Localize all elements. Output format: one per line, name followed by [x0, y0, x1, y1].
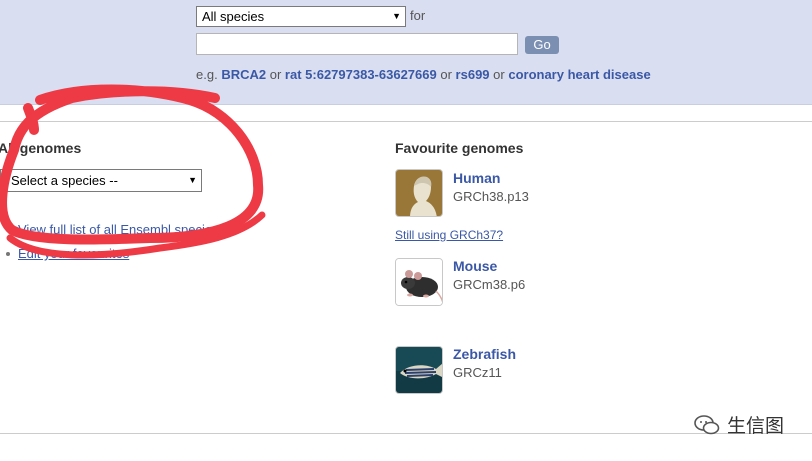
favourite-genomes-title: Favourite genomes [395, 140, 524, 156]
genome-assembly-human: GRCh38.p13 [453, 189, 529, 204]
search-panel: All species ▼ for Go e.g. BRCA2 or rat 5… [0, 0, 812, 105]
example-link-rat-region[interactable]: rat 5:62797383-63627669 [285, 67, 437, 82]
species-filter-value: All species [202, 9, 265, 24]
search-input[interactable] [196, 33, 518, 55]
genome-assembly-mouse: GRCm38.p6 [453, 277, 526, 292]
wechat-logo-icon [693, 414, 721, 441]
dropdown-arrow-icon: ▼ [188, 175, 197, 185]
human-bust-icon[interactable] [395, 169, 443, 217]
example-link-coronary[interactable]: coronary heart disease [508, 67, 650, 82]
zebrafish-icon[interactable] [395, 346, 443, 394]
bullet-icon [6, 252, 10, 256]
still-using-grch37-link[interactable]: Still using GRCh37? [395, 228, 503, 242]
edit-favourites-link[interactable]: Edit your favourites [18, 246, 129, 261]
divider [0, 433, 812, 434]
genome-name-zebrafish[interactable]: Zebrafish [453, 346, 516, 362]
species-select-value: Select a species -- [11, 173, 118, 188]
example-link-rs699[interactable]: rs699 [456, 67, 490, 82]
or-text: or [493, 67, 505, 82]
bullet-icon [6, 228, 10, 232]
example-link-brca2[interactable]: BRCA2 [221, 67, 266, 82]
mouse-icon[interactable] [395, 258, 443, 306]
watermark-text: 生信图 [727, 416, 785, 437]
for-label: for [410, 8, 426, 23]
genome-name-human[interactable]: Human [453, 170, 500, 186]
species-select[interactable]: Select a species -- ▼ [0, 169, 202, 192]
dropdown-arrow-icon: ▼ [392, 11, 401, 21]
species-filter-select[interactable]: All species ▼ [196, 6, 406, 27]
or-text: or [269, 67, 282, 82]
divider [0, 121, 812, 122]
view-all-species-link[interactable]: View full list of all Ensembl species [18, 222, 219, 237]
genome-assembly-zebrafish: GRCz11 [453, 365, 502, 380]
genome-name-mouse[interactable]: Mouse [453, 258, 497, 274]
all-genomes-title: All genomes [0, 140, 82, 156]
examples-prefix: e.g. [196, 67, 218, 82]
search-examples: e.g. BRCA2 or rat 5:62797383-63627669 or… [196, 67, 651, 82]
go-button[interactable]: Go [525, 36, 559, 54]
or-text: or [440, 67, 452, 82]
